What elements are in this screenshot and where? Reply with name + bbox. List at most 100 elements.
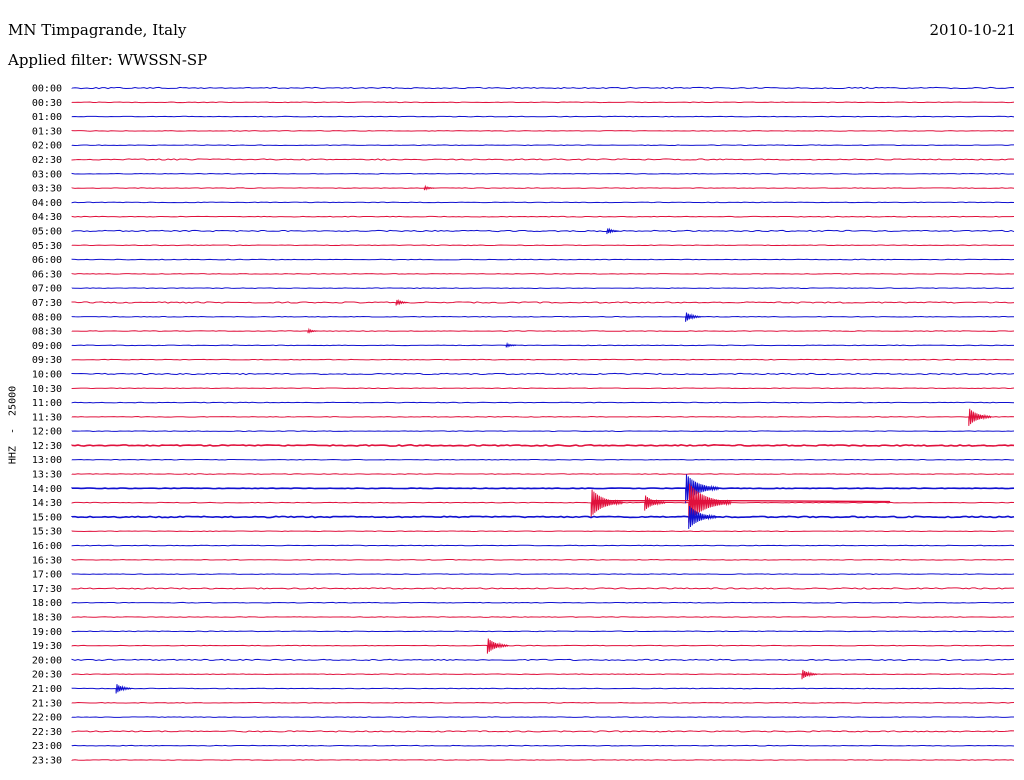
trace-row-0300 [71, 172, 1015, 175]
helicorder-plot: 00:00 00:30 01:00 01:30 02:00 02:30 03:00 03:30… [32, 84, 1015, 767]
trace-row-0900 [71, 344, 1015, 347]
event-burst [685, 312, 702, 322]
time-tick-label: 04:00 [32, 198, 62, 209]
trace-row-1830 [71, 616, 1015, 618]
time-tick-label: 03:00 [32, 169, 62, 180]
time-tick-label: 12:00 [32, 427, 62, 438]
event-burst [606, 227, 619, 235]
time-tick-label: 05:30 [32, 241, 62, 252]
time-tick-label: 14:00 [32, 484, 62, 495]
trace-row-2030 [71, 673, 1015, 676]
trace-row-2230 [71, 730, 1015, 733]
time-tick-label: 21:00 [32, 684, 62, 695]
trace-row-0430 [71, 215, 1015, 218]
trace-row-2330 [71, 759, 1015, 761]
time-tick-label: 17:00 [32, 570, 62, 581]
trace-row-2100 [71, 687, 1015, 690]
trace-row-1600 [71, 544, 1015, 547]
trace-row-1530 [71, 530, 1015, 533]
event-burst [590, 489, 624, 517]
trace-row-2200 [71, 716, 1014, 718]
trace-row-0730 [71, 301, 1015, 304]
trace-row-1100 [71, 401, 1015, 404]
trace-row-1130 [71, 416, 1015, 418]
time-tick-label: 04:30 [32, 212, 62, 223]
time-tick-label: 15:30 [32, 527, 62, 538]
trace-row-1430 [71, 501, 1015, 504]
trace-row-2000 [71, 658, 1015, 662]
time-tick-label: 21:30 [32, 698, 62, 709]
trace-row-0030 [71, 101, 1015, 104]
trace-row-1730 [71, 587, 1015, 590]
trace-row-0800 [71, 315, 1015, 318]
time-tick-label: 08:00 [32, 312, 62, 323]
trace-row-1000 [71, 372, 1015, 376]
time-tick-label: 16:00 [32, 541, 62, 552]
time-tick-label: 20:30 [32, 670, 62, 681]
trace-row-2300 [71, 744, 1015, 747]
time-tick-label: 09:00 [32, 341, 62, 352]
trace-row-1330 [71, 473, 1015, 475]
event-burst [968, 408, 992, 426]
trace-row-1630 [71, 559, 1015, 561]
event-burst [395, 298, 409, 306]
trace-row-1500 [71, 515, 1015, 519]
time-tick-label: 09:30 [32, 355, 62, 366]
time-tick-label: 22:30 [32, 727, 62, 738]
event-burst [423, 184, 435, 191]
trace-row-0200 [71, 144, 1015, 146]
trace-row-0930 [71, 358, 1015, 361]
trace-row-0230 [71, 158, 1015, 161]
time-tick-label: 00:30 [32, 98, 62, 109]
time-tick-label: 23:30 [32, 756, 62, 767]
time-tick-label: 10:00 [32, 369, 62, 380]
trace-row-1930 [71, 644, 1015, 647]
time-tick-label: 20:00 [32, 655, 62, 666]
time-tick-label: 18:00 [32, 598, 62, 609]
trace-row-1700 [71, 573, 1015, 575]
trace-row-0400 [71, 201, 1015, 204]
event-coda [594, 499, 891, 503]
time-tick-label: 01:30 [32, 126, 62, 137]
trace-row-0000 [71, 86, 1015, 90]
time-tick-label: 06:00 [32, 255, 62, 266]
trace-row-0100 [71, 115, 1015, 118]
trace-row-1230 [71, 444, 1015, 447]
trace-row-0500 [71, 229, 1015, 233]
trace-row-0700 [71, 287, 1015, 289]
trace-row-0830 [71, 330, 1015, 332]
time-tick-label: 22:00 [32, 713, 62, 724]
time-tick-label: 19:30 [32, 641, 62, 652]
time-tick-label: 13:30 [32, 470, 62, 481]
time-tick-label: 05:00 [32, 226, 62, 237]
time-tick-label: 02:30 [32, 155, 62, 166]
event-burst [486, 638, 509, 654]
time-tick-label: 18:30 [32, 613, 62, 624]
event-burst [801, 669, 818, 680]
time-tick-label: 03:30 [32, 184, 62, 195]
event-burst [307, 327, 319, 334]
time-tick-label: 12:30 [32, 441, 62, 452]
time-tick-label: 07:00 [32, 284, 62, 295]
event-burst [115, 684, 132, 694]
trace-row-2130 [71, 702, 1015, 704]
trace-row-1800 [71, 601, 1015, 604]
trace-row-0530 [71, 244, 1015, 247]
event-burst [644, 495, 666, 511]
time-tick-label: 19:00 [32, 627, 62, 638]
trace-row-1300 [71, 458, 1015, 461]
time-tick-label: 11:30 [32, 412, 62, 423]
time-tick-label: 01:00 [32, 112, 62, 123]
trace-row-0330 [71, 187, 1015, 189]
time-tick-label: 17:30 [32, 584, 62, 595]
time-tick-label: 23:00 [32, 741, 62, 752]
time-tick-label: 16:30 [32, 555, 62, 566]
time-tick-label: 07:30 [32, 298, 62, 309]
time-tick-label: 06:30 [32, 269, 62, 280]
time-tick-label: 15:00 [32, 512, 62, 523]
time-tick-label: 00:00 [32, 84, 62, 95]
trace-row-1030 [71, 387, 1015, 390]
time-tick-label: 10:30 [32, 384, 62, 395]
trace-row-1900 [71, 630, 1015, 633]
trace-row-1200 [71, 430, 1015, 432]
